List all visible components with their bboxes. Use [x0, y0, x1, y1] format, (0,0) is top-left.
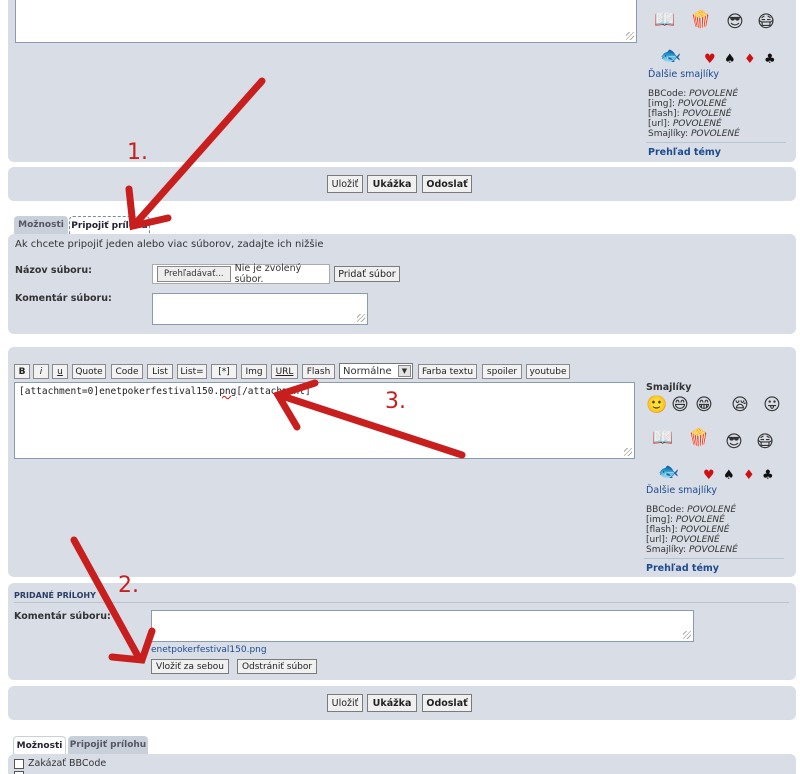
- arrow-2-icon: [70, 536, 143, 662]
- arrow-3-icon: [278, 392, 466, 459]
- annotation-step-2: 2.: [118, 573, 139, 598]
- annotation-step-3: 3.: [385, 389, 406, 414]
- arrow-1-icon: [133, 77, 266, 226]
- page: 📖 🍿 😎 😷 🐟 ♥ ♠ ♦ ♣ Ďalšie smajlíky BBCode…: [0, 0, 800, 774]
- annotation-arrows: [70, 77, 466, 664]
- annotation-step-1: 1.: [127, 140, 148, 165]
